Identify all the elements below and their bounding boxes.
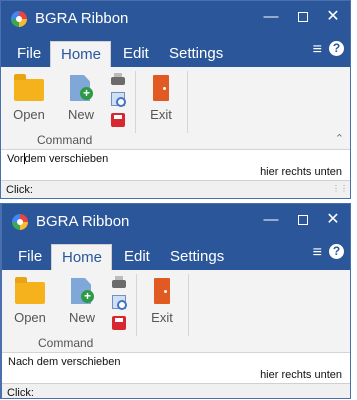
tab-file[interactable]: File [7, 41, 51, 67]
tab-settings[interactable]: Settings [159, 41, 233, 67]
new-document-icon: + [62, 276, 102, 306]
close-icon: ✕ [326, 8, 340, 25]
open-button[interactable]: Open [10, 274, 50, 325]
close-button[interactable]: ✕ [322, 210, 344, 230]
ribbon-window-after: BGRA Ribbon — ✕ File Home Edit Settings … [0, 203, 351, 399]
exit-door-icon [141, 73, 181, 103]
folder-icon [10, 276, 50, 306]
app-icon [11, 11, 27, 27]
tab-edit[interactable]: Edit [113, 41, 159, 67]
group-separator [187, 71, 188, 133]
minimize-icon: — [263, 8, 279, 25]
minimize-button[interactable]: — [260, 210, 282, 230]
ribbon-window-before: BGRA Ribbon — ✕ File Home Edit Settings … [0, 0, 351, 199]
content-area[interactable]: Vordem verschieben hier rechts unten [1, 150, 350, 180]
group-separator [188, 274, 189, 336]
close-icon: ✕ [326, 211, 340, 228]
open-button[interactable]: Open [9, 71, 49, 122]
group-separator [135, 71, 136, 133]
folder-icon [9, 73, 49, 103]
new-document-icon: + [61, 73, 101, 103]
text-bottom-right: hier rechts unten [260, 166, 342, 178]
window-title: BGRA Ribbon [35, 10, 129, 27]
maximize-icon [298, 12, 308, 22]
ribbon-tabs: File Home Edit Settings ≡ ? [1, 35, 350, 67]
open-label: Open [14, 310, 46, 325]
close-button[interactable]: ✕ [322, 7, 344, 27]
new-label: New [68, 310, 95, 325]
new-button[interactable]: + New [62, 274, 102, 325]
hamburger-icon[interactable]: ≡ [313, 41, 322, 59]
ribbon-panel: Open + New Exit Command ⌃ [1, 67, 350, 150]
status-text: Click: [6, 184, 33, 196]
help-icon[interactable]: ? [329, 244, 344, 259]
tab-home[interactable]: Home [51, 244, 112, 270]
minimize-button[interactable]: — [260, 7, 282, 27]
new-label: New [67, 107, 94, 122]
minimize-icon: — [263, 211, 279, 228]
status-bar: Click: ⋮⋮ [1, 180, 350, 198]
status-text: Click: [7, 387, 34, 399]
tab-edit[interactable]: Edit [114, 244, 160, 270]
resize-grip-icon[interactable]: ⋮⋮ [332, 180, 348, 198]
help-icon[interactable]: ? [329, 41, 344, 56]
maximize-icon [298, 215, 308, 225]
window-title: BGRA Ribbon [36, 213, 130, 230]
tab-settings[interactable]: Settings [160, 244, 234, 270]
exit-label: Exit [150, 107, 172, 122]
printer-icon[interactable] [111, 73, 125, 85]
status-bar: Click: [2, 383, 350, 399]
exit-button[interactable]: Exit [142, 274, 182, 325]
group-label: Command [38, 336, 94, 350]
app-icon [12, 214, 28, 230]
title-bar[interactable]: BGRA Ribbon — ✕ [2, 204, 350, 238]
ribbon-panel: Open + New Exit Command [2, 270, 350, 353]
small-buttons [111, 73, 126, 134]
open-label: Open [13, 107, 45, 122]
ribbon-tabs: File Home Edit Settings ≡ ? [2, 238, 350, 270]
print-preview-icon[interactable] [112, 295, 127, 310]
exit-label: Exit [151, 310, 173, 325]
collapse-ribbon-icon[interactable]: ⌃ [335, 132, 344, 145]
tab-home[interactable]: Home [50, 41, 111, 67]
content-area[interactable]: Nach dem verschieben hier rechts unten [2, 353, 350, 383]
title-bar[interactable]: BGRA Ribbon — ✕ [1, 1, 350, 35]
maximize-button[interactable] [292, 7, 314, 27]
tab-file[interactable]: File [8, 244, 52, 270]
save-icon[interactable] [111, 113, 125, 127]
save-icon[interactable] [112, 316, 126, 330]
exit-door-icon [142, 276, 182, 306]
new-button[interactable]: + New [61, 71, 101, 122]
text-top-left: Nach dem verschieben [8, 356, 121, 368]
printer-icon[interactable] [112, 276, 126, 288]
group-label: Command [37, 133, 93, 147]
text-top-left: Vordem verschieben [7, 153, 109, 165]
exit-button[interactable]: Exit [141, 71, 181, 122]
print-preview-icon[interactable] [111, 92, 126, 107]
group-separator [136, 274, 137, 336]
hamburger-icon[interactable]: ≡ [313, 244, 322, 262]
small-buttons [112, 276, 127, 337]
maximize-button[interactable] [292, 210, 314, 230]
text-bottom-right: hier rechts unten [260, 369, 342, 381]
